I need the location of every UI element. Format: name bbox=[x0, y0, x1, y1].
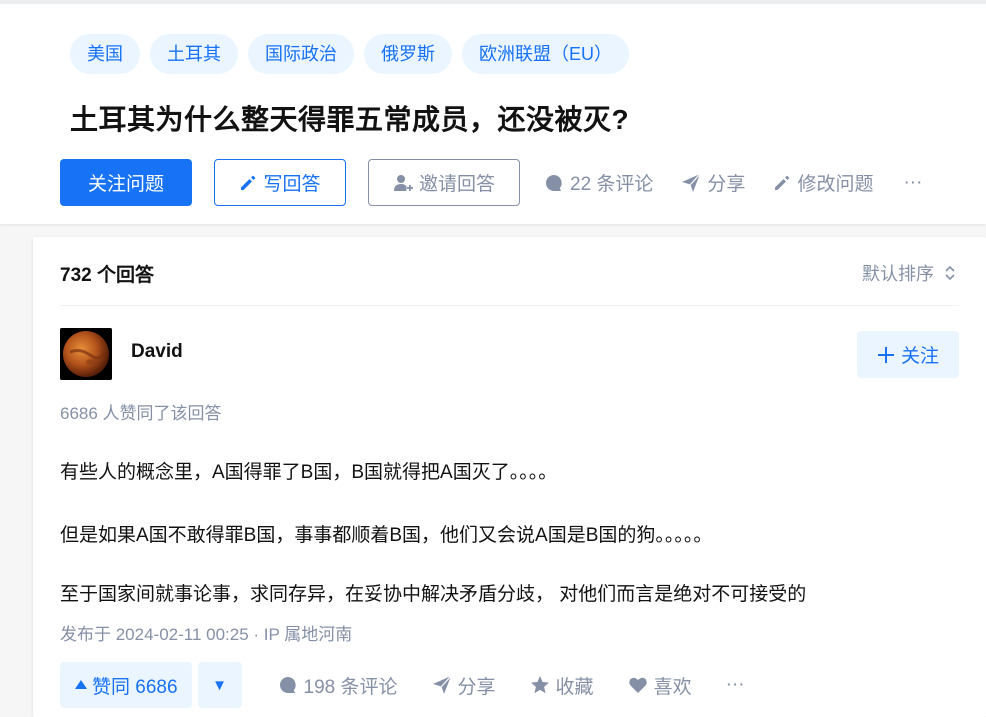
topic-tag[interactable]: 俄罗斯 bbox=[364, 34, 452, 74]
answer-paragraph: 但是如果A国不敢得罪B国，事事都顺着B国，他们又会说A国是B国的狗。。。。。 bbox=[60, 525, 713, 546]
follow-author-label: 关注 bbox=[900, 346, 939, 367]
write-answer-label: 写回答 bbox=[263, 174, 321, 195]
answer-share-label: 分享 bbox=[457, 676, 496, 698]
share-icon bbox=[432, 675, 452, 695]
sort-chevron-icon bbox=[944, 264, 956, 282]
share-icon bbox=[681, 173, 701, 193]
invite-answer-button[interactable]: 邀请回答 bbox=[368, 159, 520, 206]
upvote-label: 赞同 6686 bbox=[92, 676, 178, 698]
upvote-icon bbox=[74, 678, 88, 692]
answer-more-button[interactable]: ··· bbox=[726, 674, 745, 696]
topic-tag[interactable]: 美国 bbox=[70, 34, 140, 74]
avatar[interactable] bbox=[60, 328, 112, 380]
like-label: 喜欢 bbox=[653, 676, 692, 698]
invite-answer-label: 邀请回答 bbox=[418, 174, 495, 195]
question-more-button[interactable]: ··· bbox=[903, 172, 922, 194]
topic-tags: 美国 土耳其 国际政治 俄罗斯 欧洲联盟（EU） bbox=[70, 34, 630, 74]
answer-count: 732 个回答 bbox=[60, 265, 154, 286]
comment-icon bbox=[278, 675, 298, 695]
answer-comments-button[interactable]: 198 条评论 bbox=[278, 672, 398, 699]
pencil-icon bbox=[239, 174, 257, 192]
answer-paragraph: 至于国家间就事论事，求同存异，在妥协中解决矛盾分歧， 对他们而言是绝对不可接受的 bbox=[60, 584, 807, 605]
divider bbox=[60, 305, 959, 306]
collect-button[interactable]: 收藏 bbox=[530, 672, 594, 699]
topic-tag[interactable]: 国际政治 bbox=[248, 34, 354, 74]
question-share-label: 分享 bbox=[707, 174, 746, 195]
answer-actions: 赞同 6686 ▼ 198 条评论 分享 收藏 喜欢 ··· bbox=[60, 662, 745, 708]
question-actions: 关注问题 写回答 邀请回答 22 条评论 分享 修改问题 ··· bbox=[60, 159, 922, 206]
answer-paragraph: 有些人的概念里，A国得罪了B国，B国就得把A国灭了。。。。 bbox=[60, 462, 558, 483]
follow-author-button[interactable]: 关注 bbox=[857, 331, 959, 378]
pencil-icon bbox=[773, 174, 791, 192]
question-title[interactable]: 土耳其为什么整天得罪五常成员，还没被灭? bbox=[70, 98, 629, 138]
write-answer-button[interactable]: 写回答 bbox=[214, 159, 346, 206]
downvote-button[interactable]: ▼ bbox=[197, 662, 242, 708]
question-comments-label: 22 条评论 bbox=[570, 174, 654, 195]
edit-question-label: 修改问题 bbox=[797, 174, 874, 195]
answers-header: 732 个回答 默认排序 bbox=[33, 237, 986, 305]
topic-tag[interactable]: 欧洲联盟（EU） bbox=[462, 34, 630, 74]
topic-tag[interactable]: 土耳其 bbox=[150, 34, 238, 74]
answer-share-button[interactable]: 分享 bbox=[432, 672, 496, 699]
plus-icon bbox=[877, 346, 895, 364]
follow-question-button[interactable]: 关注问题 bbox=[60, 159, 192, 206]
question-share-button[interactable]: 分享 bbox=[681, 169, 745, 196]
collect-label: 收藏 bbox=[555, 676, 594, 698]
author-name[interactable]: David bbox=[131, 341, 183, 363]
comment-icon bbox=[544, 173, 564, 193]
sort-label: 默认排序 bbox=[862, 264, 934, 284]
question-header: 美国 土耳其 国际政治 俄罗斯 欧洲联盟（EU） 土耳其为什么整天得罪五常成员，… bbox=[0, 0, 986, 224]
upvote-button[interactable]: 赞同 6686 bbox=[60, 662, 192, 708]
star-icon bbox=[530, 675, 550, 695]
like-button[interactable]: 喜欢 bbox=[628, 672, 692, 699]
answer-comments-label: 198 条评论 bbox=[303, 676, 398, 698]
edit-question-button[interactable]: 修改问题 bbox=[773, 169, 873, 196]
sort-dropdown[interactable]: 默认排序 bbox=[862, 260, 956, 286]
answers-card: 732 个回答 默认排序 David 关注 6686 人赞同了该回答 有些人的概… bbox=[33, 237, 986, 717]
publish-info[interactable]: 发布于 2024-02-11 00:25 · IP 属地河南 bbox=[60, 620, 352, 645]
heart-icon bbox=[628, 675, 648, 695]
question-comments-button[interactable]: 22 条评论 bbox=[544, 169, 653, 196]
invite-user-icon bbox=[393, 173, 413, 193]
upvote-summary: 6686 人赞同了该回答 bbox=[60, 404, 222, 423]
